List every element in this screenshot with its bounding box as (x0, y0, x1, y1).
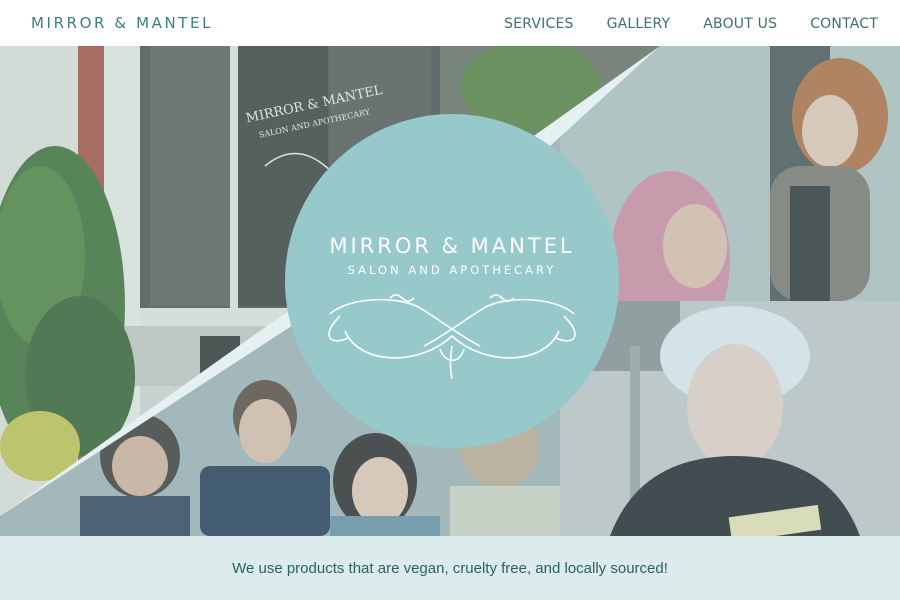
nav-contact[interactable]: CONTACT (810, 16, 878, 32)
center-badge: MIRROR & MANTEL SALON AND APOTHECARY (285, 114, 619, 448)
hero-collage-art: MIRROR & MANTEL SALON AND APOTHECARY MIR… (0, 46, 900, 536)
badge-subtitle: SALON AND APOTHECARY (348, 263, 557, 277)
site-logo[interactable]: MIRROR & MANTEL (31, 14, 213, 32)
nav-services[interactable]: SERVICES (504, 16, 574, 32)
site-header: MIRROR & MANTEL SERVICES GALLERY ABOUT U… (0, 0, 900, 46)
nav-about-us[interactable]: ABOUT US (703, 16, 777, 32)
promo-banner: We use products that are vegan, cruelty … (0, 536, 900, 600)
main-nav: SERVICES GALLERY ABOUT US CONTACT (471, 16, 878, 32)
promo-banner-text: We use products that are vegan, cruelty … (232, 559, 668, 577)
hero-collage: MIRROR & MANTEL SALON AND APOTHECARY MIR… (0, 46, 900, 536)
badge-title: MIRROR & MANTEL (329, 234, 574, 258)
nav-gallery[interactable]: GALLERY (607, 16, 671, 32)
